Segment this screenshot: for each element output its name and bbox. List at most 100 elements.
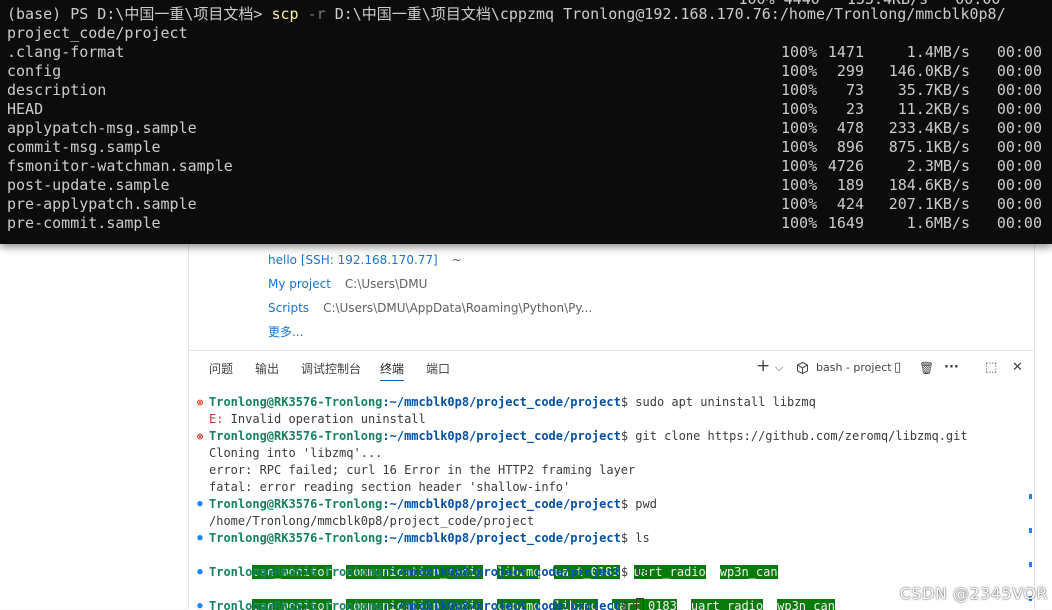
transfer-row: config 100% 299 146.0KB/s 00:00 [0, 62, 1052, 81]
prompt-line: Tronlong@RK3576-Tronlong:~/mmcblk0p8/pro… [209, 428, 968, 445]
prompt-path: :~/mmcblk0p8/project_code/project [382, 395, 621, 409]
prompt-decoration-icon[interactable]: ● [195, 598, 205, 610]
recent-item-name[interactable]: hello [SSH: 192.168.170.77] [268, 253, 438, 267]
prompt-user: Tronlong@RK3576-Tronlong [209, 497, 383, 511]
bash-terminal[interactable]: ⊗ Tronlong@RK3576-Tronlong:~/mmcblk0p8/p… [189, 394, 1034, 610]
file-name: config [7, 62, 62, 80]
transfer-percent: 100% [781, 43, 818, 61]
prompt-user: Tronlong@RK3576-Tronlong [209, 531, 383, 545]
error-text: Invalid operation uninstall [223, 412, 426, 426]
prompt-symbol: $ [620, 599, 636, 610]
prompt-user: Tronlong@RK3576-Tronlong [209, 599, 383, 610]
recent-item-name[interactable]: My project [268, 277, 331, 291]
recent-item-name[interactable]: Scripts [268, 301, 309, 315]
tab-output[interactable]: 输出 [255, 360, 279, 378]
transfer-time: 00:00 [996, 157, 1042, 175]
file-name: post-update.sample [7, 176, 170, 194]
file-name: commit-msg.sample [7, 138, 161, 156]
ls-entry: wp3n_can [777, 599, 835, 610]
transfer-time: 00:00 [996, 214, 1042, 232]
error-decoration-icon[interactable]: ⊗ [195, 428, 205, 445]
tab-debug-console[interactable]: 调试控制台 [301, 360, 361, 378]
watermark: CSDN @2345VOR [899, 584, 1048, 603]
prompt-line: Tronlong@RK3576-Tronlong:~/mmcblk0p8/pro… [209, 394, 816, 411]
transfer-rate: 207.1KB/s [888, 195, 970, 213]
file-size: 1471 [827, 43, 864, 61]
prompt-line[interactable]: Tronlong@RK3576-Tronlong:~/mmcblk0p8/pro… [209, 598, 645, 610]
file-size: 896 [836, 138, 864, 156]
command-verb: scp [271, 5, 299, 23]
success-decoration-icon[interactable]: ● [195, 530, 205, 547]
bottom-panel: 问题 输出 调试控制台 终端 端口 + ⌵ bash - project ▯ 🗑… [189, 350, 1034, 610]
transfer-rate: 1.6MB/s [906, 214, 970, 232]
scroll-marker [1029, 562, 1032, 567]
prompt-line: Tronlong@RK3576-Tronlong:~/mmcblk0p8/pro… [209, 496, 657, 513]
prompt-symbol: $ [620, 565, 636, 579]
prompt-path: :~/mmcblk0p8/project_code/project [382, 531, 621, 545]
output-line: /home/Tronlong/mmcblk0p8/project_code/pr… [209, 514, 535, 528]
recent-item[interactable]: My project C:\Users\DMU [268, 275, 427, 293]
chevron-down-icon[interactable]: ⌵ [775, 359, 783, 377]
file-size: 189 [836, 176, 864, 194]
transfer-rate: 1.4MB/s [906, 43, 970, 61]
file-size: 299 [836, 62, 864, 80]
command-flag: -r [298, 5, 335, 23]
file-name: .clang-format [7, 43, 125, 61]
success-decoration-icon[interactable]: ● [195, 564, 205, 581]
powershell-terminal[interactable]: 100% 4440 133.4KB/s 00:00 (base) PS D:\中… [0, 0, 1052, 244]
tab-ports[interactable]: 端口 [426, 360, 450, 378]
more-actions-icon[interactable]: ··· [944, 359, 959, 377]
file-name: HEAD [7, 100, 44, 118]
command-text: pwd [635, 497, 657, 511]
split-terminal-icon[interactable]: ▯ [894, 359, 901, 377]
file-size: 73 [845, 81, 864, 99]
transfer-row: pre-applypatch.sample 100% 424 207.1KB/s 00:… [0, 195, 1052, 214]
terminal-cursor [636, 598, 645, 610]
ls-output: can_monitor communication_radio libzmq uart… [209, 547, 792, 579]
welcome-recent-list: hello [SSH: 192.168.170.77] ~ My project C… [189, 244, 1034, 350]
transfer-percent: 100% [781, 119, 818, 137]
recent-item-path: C:\Users\DMU\AppData\Roaming\Python\Py..… [323, 301, 593, 315]
terminal-name[interactable]: bash - project [816, 359, 892, 377]
error-decoration-icon[interactable]: ⊗ [195, 394, 205, 411]
success-decoration-icon[interactable]: ● [195, 496, 205, 513]
transfer-row: commit-msg.sample 100% 896 875.1KB/s 00:00 [0, 138, 1052, 157]
file-size: 4726 [827, 157, 864, 175]
scrollbar-markers[interactable] [1029, 394, 1032, 610]
prompt-line: Tronlong@RK3576-Tronlong:~/mmcblk0p8/pro… [209, 564, 650, 581]
transfer-time: 00:00 [996, 119, 1042, 137]
prompt-symbol: $ [620, 395, 636, 409]
transfer-time: 00:00 [996, 100, 1042, 118]
command-args: D:\中国一重\项目文档\cppzmq Tronlong@192.168.170… [334, 5, 1006, 23]
prompt-line: Tronlong@RK3576-Tronlong:~/mmcblk0p8/pro… [209, 530, 650, 547]
output-line: E: Invalid operation uninstall [209, 411, 426, 428]
recent-item[interactable]: hello [SSH: 192.168.170.77] ~ [268, 251, 462, 269]
close-icon[interactable]: ✕ [1012, 359, 1023, 377]
ps-prompt: (base) PS D:\中国一重\项目文档> [7, 5, 272, 23]
command-line: (base) PS D:\中国一重\项目文档> scp -r D:\中国一重\项… [7, 5, 1006, 24]
ls-output: can_monitor communication_radio cppzmq libz… [209, 581, 849, 610]
recent-item[interactable]: Scripts C:\Users\DMU\AppData\Roaming\Pyth… [268, 299, 592, 317]
transfer-rate: 233.4KB/s [888, 119, 970, 137]
tab-terminal[interactable]: 终端 [380, 360, 405, 381]
more-recent-link[interactable]: 更多... [268, 323, 303, 341]
tab-problems[interactable]: 问题 [209, 360, 233, 378]
file-size: 23 [845, 100, 864, 118]
file-name: pre-applypatch.sample [7, 195, 197, 213]
recent-item-path: ~ [451, 253, 462, 267]
prompt-symbol: $ [620, 429, 636, 443]
prompt-path: :~/mmcblk0p8/project_code/project [382, 429, 621, 443]
trash-icon[interactable]: 🗑 [919, 359, 934, 377]
maximize-panel-icon[interactable]: ⬚ [985, 359, 997, 377]
transfer-rate: 2.3MB/s [906, 157, 970, 175]
file-name: description [7, 81, 107, 99]
output-line: Cloning into 'libzmq'... [209, 446, 383, 460]
transfer-percent: 100% [781, 157, 818, 175]
command-text: ls [635, 565, 650, 579]
file-size: 424 [836, 195, 864, 213]
new-terminal-icon[interactable]: + [756, 357, 770, 375]
transfer-rate: 875.1KB/s [888, 138, 970, 156]
transfer-rate: 184.6KB/s [888, 176, 970, 194]
command-text: sudo apt uninstall libzmq [635, 395, 816, 409]
side-panel [0, 244, 189, 609]
